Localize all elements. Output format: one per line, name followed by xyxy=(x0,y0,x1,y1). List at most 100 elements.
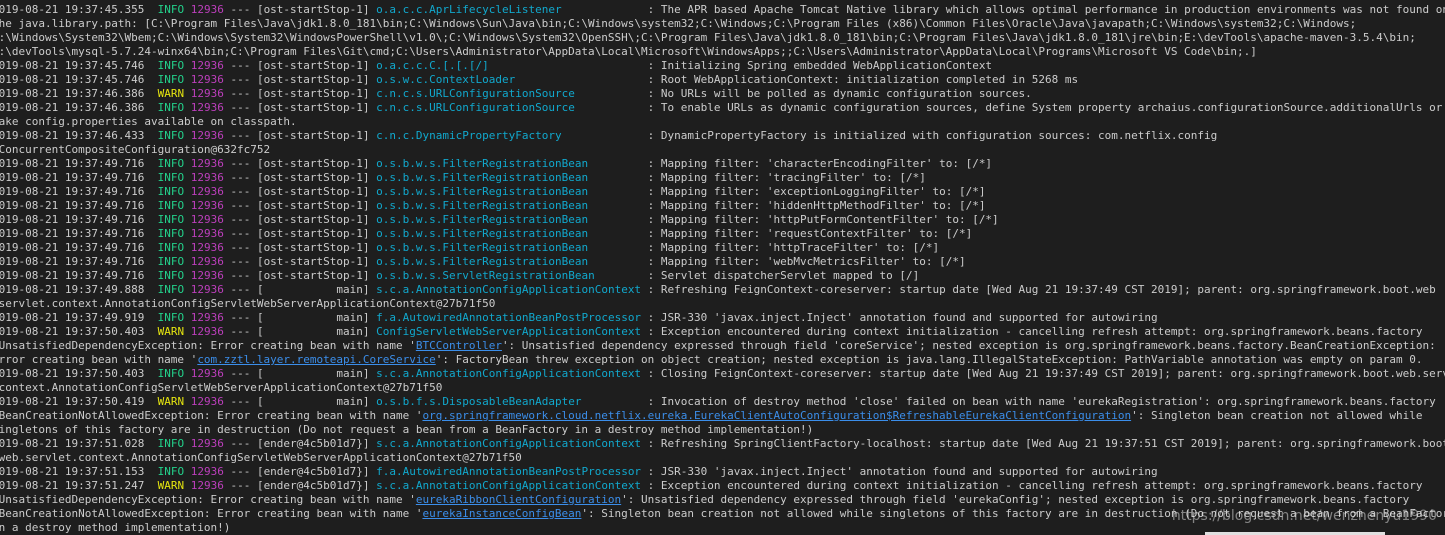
log-text: 2019-08-21 19:37:49.716 xyxy=(0,213,158,226)
log-line: 2019-08-21 19:37:51.247 WARN 12936 --- [… xyxy=(0,479,1445,493)
process-id: 12936 xyxy=(190,185,224,198)
log-text: : Root WebApplicationContext: initializa… xyxy=(641,73,1079,86)
log-line: 2019-08-21 19:37:46.386 WARN 12936 --- [… xyxy=(0,87,1445,101)
process-id: 12936 xyxy=(190,87,224,100)
log-text: 2019-08-21 19:37:51.153 xyxy=(0,465,158,478)
logger-name: o.s.b.w.s.FilterRegistrationBean xyxy=(376,157,642,170)
process-id: 12936 xyxy=(190,465,224,478)
log-line: 2019-08-21 19:37:49.716 INFO 12936 --- [… xyxy=(0,241,1445,255)
log-line: singletons of this factory are in destru… xyxy=(0,423,1445,437)
log-line: .context.AnnotationConfigServletWebServe… xyxy=(0,381,1445,395)
log-text: --- [ main] xyxy=(223,311,377,324)
log-level: INFO xyxy=(157,185,185,198)
logger-name: s.c.a.AnnotationConfigApplicationContext xyxy=(376,437,642,450)
logger-name: o.a.c.c.C.[.[.[/] xyxy=(376,59,642,72)
log-text: : To enable URLs as dynamic configuratio… xyxy=(641,101,1443,114)
log-text: --- [ main] xyxy=(223,395,377,408)
log-text: : Mapping filter: 'tracingFilter' to: [/… xyxy=(641,171,926,184)
process-id: 12936 xyxy=(190,283,224,296)
log-text: ': Singleton bean creation not allowed w… xyxy=(1131,409,1423,422)
log-text: : Initializing Spring embedded WebApplic… xyxy=(641,59,993,72)
process-id: 12936 xyxy=(190,437,224,450)
log-text: 2019-08-21 19:37:50.403 xyxy=(0,325,158,338)
log-line: .ConcurrentCompositeConfiguration@632fc7… xyxy=(0,143,1445,157)
logger-name: o.s.b.w.s.FilterRegistrationBean xyxy=(376,241,642,254)
bean-link[interactable]: org.springframework.cloud.netflix.eureka… xyxy=(422,409,1131,422)
log-line: 2019-08-21 19:37:46.386 INFO 12936 --- [… xyxy=(0,101,1445,115)
log-line: .web.servlet.context.AnnotationConfigSer… xyxy=(0,451,1445,465)
log-text: 2019-08-21 19:37:45.746 xyxy=(0,73,158,86)
bean-link[interactable]: BTCController xyxy=(416,339,502,352)
log-text: : The APR based Apache Tomcat Native lib… xyxy=(641,3,1445,16)
log-level: INFO xyxy=(157,59,185,72)
log-level: INFO xyxy=(157,73,185,86)
log-text: --- [ost-startStop-1] xyxy=(223,185,377,198)
log-text: 2019-08-21 19:37:46.386 xyxy=(0,101,158,114)
bean-link[interactable]: com.zztl.layer.remoteapi.CoreService xyxy=(197,353,435,366)
logger-name: o.s.b.w.s.FilterRegistrationBean xyxy=(376,185,642,198)
log-text: 2019-08-21 19:37:45.746 xyxy=(0,59,158,72)
log-level: WARN xyxy=(157,479,185,492)
log-text: --- [ender@4c5b01d7}] xyxy=(223,479,377,492)
log-line: C:\Windows\System32\Wbem;C:\Windows\Syst… xyxy=(0,31,1445,45)
bean-link[interactable]: eurekaInstanceConfigBean xyxy=(422,507,581,520)
process-id: 12936 xyxy=(190,325,224,338)
logger-name: c.n.c.DynamicPropertyFactory xyxy=(376,129,642,142)
log-text: : Closing FeignContext-coreserver: start… xyxy=(641,367,1445,380)
terminal-output[interactable]: 2019-08-21 19:37:45.355 INFO 12936 --- [… xyxy=(0,0,1445,535)
log-text: : Mapping filter: 'httpTraceFilter' to: … xyxy=(641,241,940,254)
log-text: 2019-08-21 19:37:49.716 xyxy=(0,185,158,198)
log-line: 2019-08-21 19:37:49.716 INFO 12936 --- [… xyxy=(0,185,1445,199)
log-level: WARN xyxy=(157,395,185,408)
log-line: 2019-08-21 19:37:49.716 INFO 12936 --- [… xyxy=(0,157,1445,171)
process-id: 12936 xyxy=(190,479,224,492)
log-level: INFO xyxy=(157,255,185,268)
log-text: --- [ost-startStop-1] xyxy=(223,199,377,212)
logger-name: ConfigServletWebServerApplicationContext xyxy=(376,325,642,338)
log-text: .web.servlet.context.AnnotationConfigSer… xyxy=(0,451,522,464)
log-text: : Mapping filter: 'characterEncodingFilt… xyxy=(641,157,993,170)
process-id: 12936 xyxy=(190,311,224,324)
logger-name: o.s.b.f.s.DisposableBeanAdapter xyxy=(376,395,642,408)
log-text: --- [ost-startStop-1] xyxy=(223,227,377,240)
log-text: --- [ost-startStop-1] xyxy=(223,171,377,184)
log-level: INFO xyxy=(157,241,185,254)
log-text: .BeanCreationNotAllowedException: Error … xyxy=(0,409,423,422)
log-level: INFO xyxy=(157,437,185,450)
log-text: the java.library.path: [C:\Program Files… xyxy=(0,17,1357,30)
log-text: .context.AnnotationConfigServletWebServe… xyxy=(0,381,443,394)
log-text: .servlet.context.AnnotationConfigServlet… xyxy=(0,297,496,310)
log-text: 2019-08-21 19:37:49.716 xyxy=(0,227,158,240)
bean-link[interactable]: eurekaRibbonClientConfiguration xyxy=(416,493,621,506)
log-line: .BeanCreationNotAllowedException: Error … xyxy=(0,409,1445,423)
logger-name: o.s.b.w.s.ServletRegistrationBean xyxy=(376,269,642,282)
logger-name: o.s.b.w.s.FilterRegistrationBean xyxy=(376,171,642,184)
logger-name: s.c.a.AnnotationConfigApplicationContext xyxy=(376,283,642,296)
log-text: : Invocation of destroy method 'close' f… xyxy=(641,395,1436,408)
logger-name: o.a.c.c.AprLifecycleListener xyxy=(376,3,642,16)
process-id: 12936 xyxy=(190,255,224,268)
log-level: INFO xyxy=(157,101,185,114)
log-text: --- [ost-startStop-1] xyxy=(223,157,377,170)
log-level: INFO xyxy=(157,465,185,478)
log-text: --- [ost-startStop-1] xyxy=(223,129,377,142)
logger-name: s.c.a.AnnotationConfigApplicationContext xyxy=(376,367,642,380)
log-text: : Servlet dispatcherServlet mapped to [/… xyxy=(641,269,920,282)
log-text: : Exception encountered during context i… xyxy=(641,479,1423,492)
log-text: Error creating bean with name ' xyxy=(0,353,198,366)
process-id: 12936 xyxy=(190,101,224,114)
process-id: 12936 xyxy=(190,199,224,212)
log-line: 2019-08-21 19:37:51.028 INFO 12936 --- [… xyxy=(0,437,1445,451)
log-line: 2019-08-21 19:37:51.153 INFO 12936 --- [… xyxy=(0,465,1445,479)
process-id: 12936 xyxy=(190,171,224,184)
